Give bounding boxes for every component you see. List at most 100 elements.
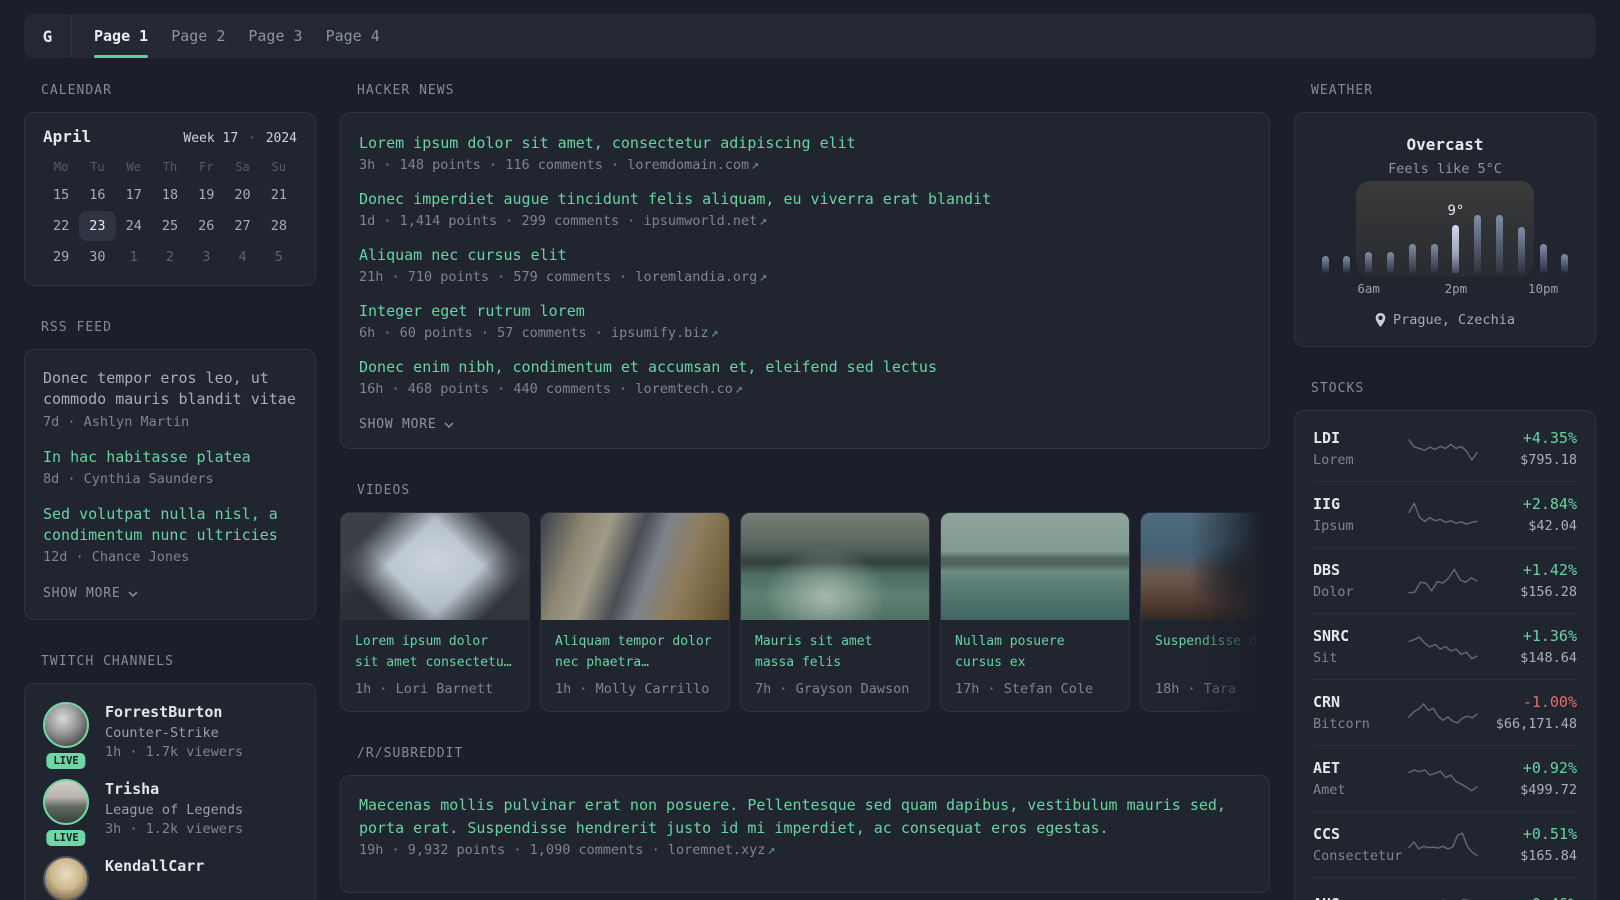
post-stats: 19h · 9,932 points · 1,090 comments · bbox=[359, 842, 660, 858]
stock-price: $795.18 bbox=[1520, 452, 1577, 468]
logo[interactable]: G bbox=[24, 14, 71, 58]
stock-row[interactable]: CCS Consectetur +0.51% $165.84 bbox=[1313, 811, 1577, 877]
weekday-label: Tu bbox=[90, 160, 105, 174]
stock-row[interactable]: SNRC Sit +1.36% $148.64 bbox=[1313, 613, 1577, 679]
stock-change: +4.35% bbox=[1522, 429, 1577, 447]
nav-tab[interactable]: Page 3 bbox=[248, 14, 302, 58]
source-link[interactable]: loremtech.co bbox=[635, 381, 733, 397]
source-link[interactable]: loremnet.xyz bbox=[668, 842, 766, 858]
hn-item-stats: 1d · 1,414 points · 299 comments · bbox=[359, 213, 636, 229]
video-thumbnail bbox=[341, 513, 529, 620]
weather-location-row: Prague, Czechia bbox=[1313, 312, 1577, 328]
video-card[interactable]: Suspendisse diam 18h · Tara bbox=[1140, 512, 1270, 712]
videos-section-title: VIDEOS bbox=[357, 483, 411, 498]
hn-item-stats: 6h · 60 points · 57 comments · bbox=[359, 325, 603, 341]
hn-item-title[interactable]: Donec enim nibh, condimentum et accumsan… bbox=[359, 357, 1251, 378]
rss-item-meta: 12d · Chance Jones bbox=[43, 549, 190, 566]
source-link[interactable]: loremdomain.com bbox=[627, 157, 749, 173]
stock-row[interactable]: DBS Dolor +1.42% $156.28 bbox=[1313, 547, 1577, 613]
source-link[interactable]: ipsumworld.net bbox=[643, 213, 757, 229]
subreddit-section-title: /R/SUBREDDIT bbox=[357, 746, 464, 761]
stock-sparkline bbox=[1408, 832, 1478, 856]
hn-item-title[interactable]: Lorem ipsum dolor sit amet, consectetur … bbox=[359, 133, 1251, 154]
stock-values: +0.46% bbox=[1481, 895, 1577, 900]
video-title[interactable]: Lorem ipsum dolor sit amet consectetu… bbox=[355, 632, 515, 674]
twitch-channel[interactable]: LIVE KendallCarr bbox=[43, 856, 297, 900]
weather-section-title: WEATHER bbox=[1311, 83, 1374, 98]
nav-tab[interactable]: Page 2 bbox=[171, 14, 225, 58]
post-meta: 19h · 9,932 points · 1,090 comments · lo… bbox=[359, 842, 1251, 858]
external-link-icon: ↗ bbox=[734, 381, 744, 397]
chevron-down-icon bbox=[444, 421, 454, 428]
nav-tab[interactable]: Page 4 bbox=[326, 14, 380, 58]
source-link[interactable]: loremlandia.org bbox=[635, 269, 757, 285]
post-title[interactable]: Maecenas mollis pulvinar erat non posuer… bbox=[359, 794, 1251, 839]
video-card[interactable]: Mauris sit amet massa felis 7h · Grayson… bbox=[740, 512, 930, 712]
stock-change: +0.51% bbox=[1522, 825, 1577, 843]
weather-bar bbox=[1474, 215, 1482, 273]
channel-game: League of Legends bbox=[105, 802, 244, 819]
hn-item-title[interactable]: Donec imperdiet augue tincidunt felis al… bbox=[359, 189, 1251, 210]
stock-price: $148.64 bbox=[1520, 650, 1577, 666]
stock-sparkline bbox=[1408, 635, 1478, 659]
calendar-day: 22 bbox=[43, 211, 79, 241]
hn-item-meta: 3h · 148 points · 116 comments · loremdo… bbox=[359, 157, 1251, 173]
hn-item: Donec enim nibh, condimentum et accumsan… bbox=[359, 357, 1251, 397]
stock-name: Amet bbox=[1313, 782, 1346, 798]
show-more-button[interactable]: SHOW MORE bbox=[359, 417, 454, 432]
rss-item: Sed volutpat nulla nisl, a condimentum n… bbox=[43, 504, 297, 566]
navbar: G Page 1 Page 2 Page 3 Page 4 bbox=[24, 14, 1596, 58]
stock-row[interactable]: CRN Bitcorn -1.00% $66,171.48 bbox=[1313, 679, 1577, 745]
rss-item-title[interactable]: In hac habitasse platea bbox=[43, 447, 297, 468]
external-link-icon: ↗ bbox=[759, 269, 768, 285]
calendar-day: 25 bbox=[152, 211, 188, 241]
rss-item-title[interactable]: Sed volutpat nulla nisl, a condimentum n… bbox=[43, 504, 297, 547]
video-title[interactable]: Aliquam tempor dolor nec phaetra… bbox=[555, 632, 715, 674]
rss-list: Donec tempor eros leo, ut commodo mauris… bbox=[43, 368, 297, 565]
weather-bar bbox=[1343, 256, 1351, 273]
show-more-label: SHOW MORE bbox=[359, 417, 437, 432]
stock-ticker: CRN bbox=[1313, 693, 1341, 711]
twitch-widget: TWITCH CHANNELS LIVE ForrestBurton Count… bbox=[24, 654, 316, 900]
stocks-card: LDI Lorem +4.35% $795.18 IIG Ipsum +2.84… bbox=[1294, 410, 1596, 900]
show-more-button[interactable]: SHOW MORE bbox=[43, 586, 138, 601]
video-title[interactable]: Mauris sit amet massa felis bbox=[755, 632, 915, 674]
stock-price: $499.72 bbox=[1520, 782, 1577, 798]
channel-info: KendallCarr bbox=[105, 856, 204, 900]
hn-item: Integer eget rutrum lorem 6h · 60 points… bbox=[359, 301, 1251, 341]
stock-row[interactable]: IIG Ipsum +2.84% $42.04 bbox=[1313, 481, 1577, 547]
video-card[interactable]: Nullam posuere cursus ex 17h · Stefan Co… bbox=[940, 512, 1130, 712]
live-badge: LIVE bbox=[46, 830, 86, 847]
twitch-channel[interactable]: LIVE Trisha League of Legends 3h · 1.2k … bbox=[43, 779, 297, 847]
video-card[interactable]: Lorem ipsum dolor sit amet consectetu… 1… bbox=[340, 512, 530, 712]
calendar-day-number: 17 bbox=[125, 187, 142, 203]
right-column: WEATHER Overcast Feels like 5°C 9° 6am 2p… bbox=[1294, 83, 1596, 900]
hn-item-title[interactable]: Integer eget rutrum lorem bbox=[359, 301, 1251, 322]
location-pin-icon bbox=[1375, 313, 1386, 327]
stock-ticker: CCS bbox=[1313, 825, 1341, 843]
stock-name: Dolor bbox=[1313, 584, 1354, 600]
weather-current-temp: 9° bbox=[1447, 203, 1465, 219]
nav-tab[interactable]: Page 1 bbox=[94, 14, 149, 58]
weather-hour-label: 10pm bbox=[1527, 281, 1559, 296]
rss-item: Donec tempor eros leo, ut commodo mauris… bbox=[43, 368, 297, 430]
stock-row[interactable]: AHS +0.46% bbox=[1313, 877, 1577, 900]
calendar-weekday-row: Mo Tu We Th Fr Sa Su bbox=[43, 160, 297, 174]
hn-item-stats: 3h · 148 points · 116 comments · bbox=[359, 157, 620, 173]
hn-item-title[interactable]: Aliquam nec cursus elit bbox=[359, 245, 1251, 266]
video-body: Lorem ipsum dolor sit amet consectetu… 1… bbox=[341, 620, 529, 711]
video-title[interactable]: Suspendisse diam bbox=[1155, 632, 1270, 674]
weekday-label: Th bbox=[162, 160, 178, 174]
source-link[interactable]: ipsumify.biz bbox=[611, 325, 709, 341]
twitch-card: LIVE ForrestBurton Counter-Strike 1h · 1… bbox=[24, 683, 316, 900]
stock-row[interactable]: AET Amet +0.92% $499.72 bbox=[1313, 745, 1577, 811]
calendar-year: 2024 bbox=[265, 131, 297, 146]
calendar-day-number: 21 bbox=[270, 187, 287, 203]
video-title[interactable]: Nullam posuere cursus ex bbox=[955, 632, 1115, 674]
twitch-channel[interactable]: LIVE ForrestBurton Counter-Strike 1h · 1… bbox=[43, 702, 297, 770]
stock-price: $66,171.48 bbox=[1495, 716, 1577, 732]
rss-section-title: RSS FEED bbox=[41, 320, 112, 335]
rss-item-title[interactable]: Donec tempor eros leo, ut commodo mauris… bbox=[43, 368, 297, 411]
stock-row[interactable]: LDI Lorem +4.35% $795.18 bbox=[1313, 416, 1577, 481]
video-card[interactable]: Aliquam tempor dolor nec phaetra… 1h · M… bbox=[540, 512, 730, 712]
